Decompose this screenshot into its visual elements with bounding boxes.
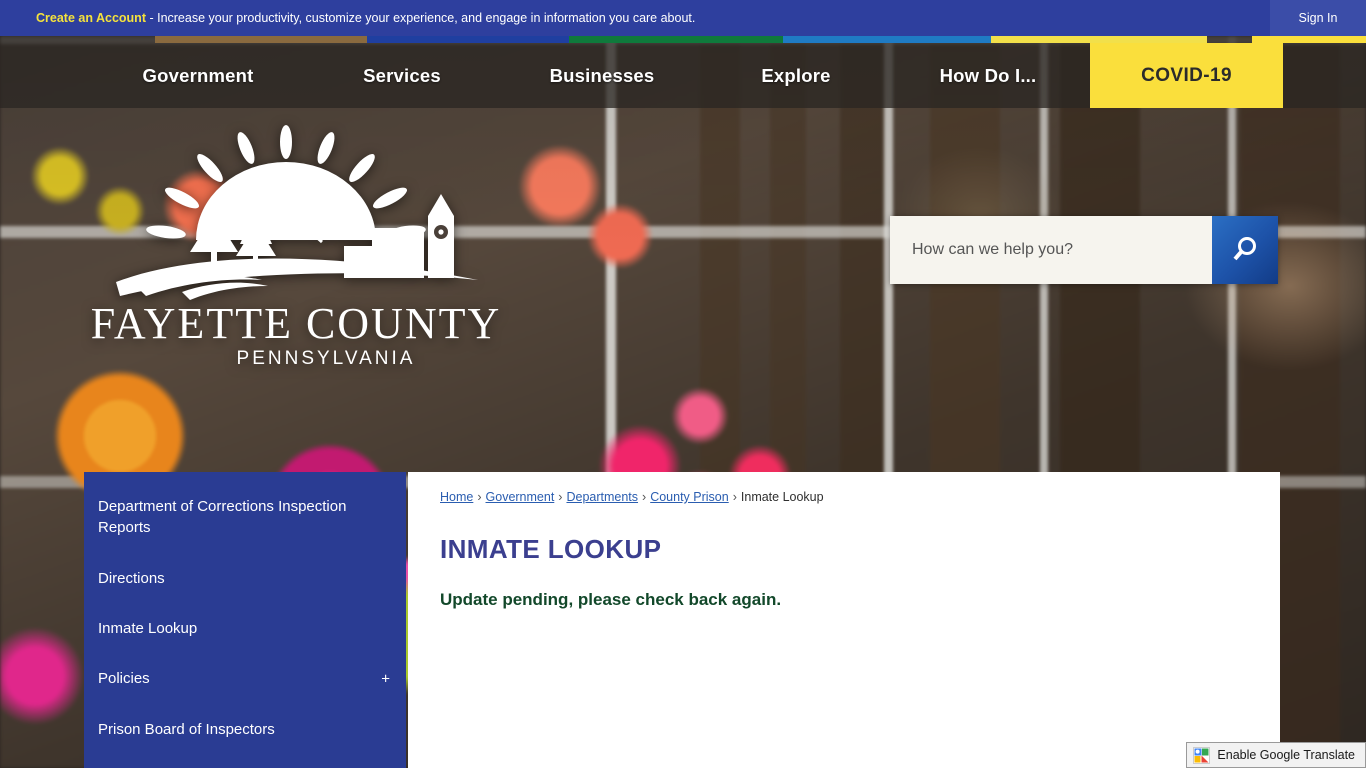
breadcrumb-separator: › xyxy=(642,490,647,504)
account-bar-message: Create an Account - Increase your produc… xyxy=(36,0,695,36)
sidebar-item-department-of-corrections-inspection-reports[interactable]: Department of Corrections Inspection Rep… xyxy=(84,496,406,538)
search-button[interactable] xyxy=(1212,216,1278,284)
sidebar-item-directions[interactable]: Directions xyxy=(84,568,406,589)
logo-state-name: Pennsylvania xyxy=(237,348,416,369)
nav-strip-how-do-i xyxy=(991,36,1207,43)
nav-item-label: How Do I... xyxy=(939,64,1037,86)
sidebar-item-label: Department of Corrections Inspection Rep… xyxy=(98,498,347,536)
breadcrumb-item-departments[interactable]: Departments xyxy=(566,490,638,504)
enable-google-translate-button[interactable]: Enable Google Translate xyxy=(1186,742,1366,768)
search-icon xyxy=(1233,237,1256,261)
nav-item-businesses[interactable]: Businesses xyxy=(509,43,695,108)
account-bar: Create an Account - Increase your produc… xyxy=(0,0,1366,36)
main-navigation-items: Government Services Businesses Explore How D… xyxy=(0,43,1366,108)
sidebar-item-label: Policies xyxy=(98,670,150,687)
create-account-link[interactable]: Create an Account xyxy=(36,11,146,25)
section-sidebar-menu: Department of Corrections Inspection Rep… xyxy=(84,472,406,768)
sign-in-button[interactable]: Sign In xyxy=(1270,0,1366,36)
nav-strip-explore xyxy=(783,36,991,43)
breadcrumb: Home › Government › Departments › County Priso… xyxy=(440,490,824,504)
breadcrumb-separator: › xyxy=(558,490,563,504)
nav-item-explore[interactable]: Explore xyxy=(714,43,878,108)
breadcrumb-item-government[interactable]: Government xyxy=(486,490,555,504)
nav-item-services[interactable]: Services xyxy=(311,43,493,108)
sidebar-item-policies[interactable]: Policies + xyxy=(84,668,406,689)
logo-county-name: Fayette County xyxy=(91,299,502,348)
nav-item-covid-19[interactable]: COVID-19 xyxy=(1090,43,1283,108)
sidebar-item-label: Directions xyxy=(98,570,165,587)
nav-strip-businesses xyxy=(569,36,783,43)
breadcrumb-separator: › xyxy=(732,490,737,504)
nav-item-government[interactable]: Government xyxy=(100,43,296,108)
nav-item-label: Businesses xyxy=(549,64,655,86)
nav-strip-services xyxy=(367,36,569,43)
nav-accent-strips xyxy=(0,36,1366,43)
translate-label: Enable Google Translate xyxy=(1217,748,1355,762)
breadcrumb-separator: › xyxy=(477,490,482,504)
breadcrumb-item-inmate-lookup: Inmate Lookup xyxy=(740,490,824,504)
search-input[interactable] xyxy=(890,216,1212,284)
nav-item-label: Explore xyxy=(761,64,831,86)
site-search xyxy=(890,216,1278,284)
nav-item-label: Government xyxy=(142,64,254,86)
nav-item-how-do-i[interactable]: How Do I... xyxy=(893,43,1083,108)
page-title: INMATE LOOKUP xyxy=(440,534,662,564)
nav-strip-government xyxy=(155,36,367,43)
breadcrumb-item-home[interactable]: Home xyxy=(440,490,473,504)
main-content-panel: Home › Government › Departments › County Priso… xyxy=(408,472,1280,768)
nav-strip-covid-19 xyxy=(1252,36,1366,43)
page-body-text: Update pending, please check back again. xyxy=(440,590,782,609)
sidebar-item-inmate-lookup[interactable]: Inmate Lookup xyxy=(84,618,406,639)
sidebar-item-label: Prison Board of Inspectors xyxy=(98,721,275,738)
breadcrumb-item-county-prison[interactable]: County Prison xyxy=(650,490,729,504)
site-logo[interactable]: Fayette County Pennsylvania xyxy=(86,120,506,370)
sidebar-item-prison-board-of-inspectors[interactable]: Prison Board of Inspectors xyxy=(84,719,406,740)
google-translate-icon xyxy=(1193,746,1211,764)
sidebar-expand-icon[interactable]: + xyxy=(381,671,390,686)
nav-item-label: COVID-19 xyxy=(1141,64,1232,86)
sidebar-item-label: Inmate Lookup xyxy=(98,620,198,637)
account-bar-text: - Increase your productivity, customize … xyxy=(145,11,696,25)
nav-item-label: Services xyxy=(363,64,441,86)
